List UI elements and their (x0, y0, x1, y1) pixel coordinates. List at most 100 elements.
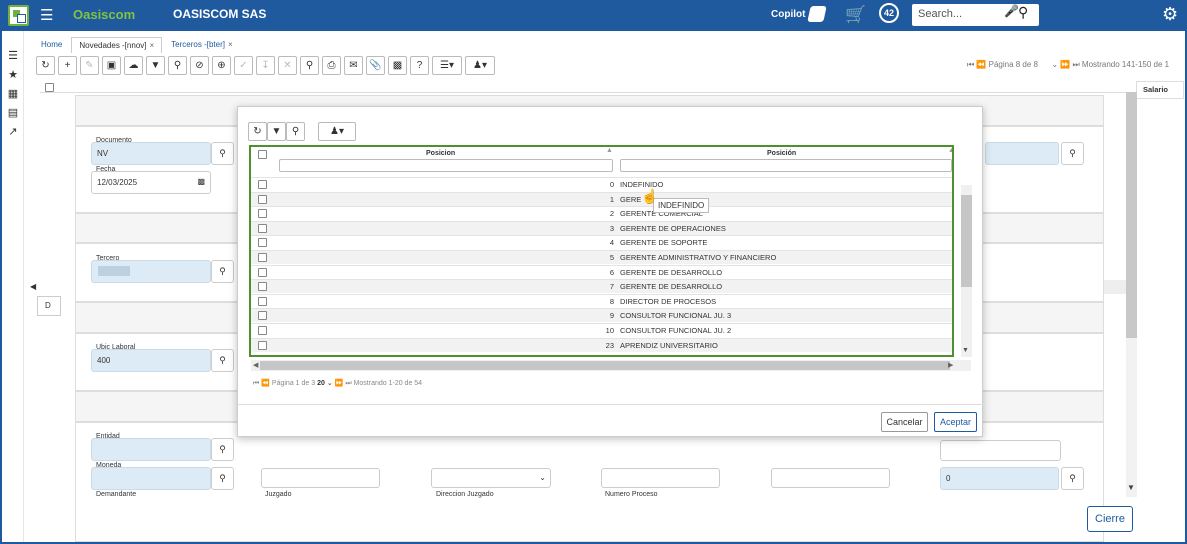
row-checkbox[interactable] (258, 223, 267, 233)
documento-field[interactable]: NV (91, 142, 211, 165)
row-checkbox[interactable] (258, 238, 267, 248)
right-field-3[interactable]: 0 (940, 467, 1059, 490)
attach-icon[interactable]: 📎 (366, 56, 385, 75)
row-checkbox[interactable] (258, 209, 267, 219)
table-row[interactable]: 9 CONSULTOR FUNCIONAL JU. 3 (251, 308, 952, 323)
select-field[interactable]: ⌄ (431, 468, 551, 488)
ubic-lookup-icon[interactable]: ⚲ (211, 349, 234, 372)
close-icon[interactable]: ✕ (278, 56, 297, 75)
sort-icon[interactable]: ▲ (606, 147, 613, 154)
next-page-icon[interactable]: ⏩ ⏭ (335, 380, 352, 387)
filter-icon[interactable]: ▼ (146, 56, 165, 75)
calendar-icon[interactable]: ▦ (6, 87, 20, 101)
cancel-button[interactable]: Cancelar (881, 412, 928, 432)
grid-vscroll-thumb[interactable] (961, 195, 972, 287)
row-checkbox[interactable] (258, 282, 267, 292)
table-row[interactable]: 7 GERENTE DE DESARROLLO (251, 279, 952, 294)
users-icon[interactable]: ♟▾ (465, 56, 495, 75)
chevron-down-icon[interactable]: ⌄ (539, 473, 546, 482)
row-checkbox[interactable] (258, 340, 267, 350)
table-row[interactable]: 3 GERENTE DE OPERACIONES (251, 220, 952, 235)
tab-novedades[interactable]: Novedades -[nnov] × (71, 37, 163, 53)
gear-icon[interactable]: ⚙ (1162, 4, 1178, 25)
save-icon[interactable]: ▣ (102, 56, 121, 75)
chevron-down-icon[interactable]: ⌄ (327, 380, 333, 387)
scroll-right-icon[interactable]: ▶ (948, 361, 953, 369)
scan-icon[interactable]: ▩ (388, 56, 407, 75)
documento-lookup-icon[interactable]: ⚲ (211, 142, 234, 165)
close-icon[interactable]: × (150, 41, 155, 50)
tercero-field[interactable] (91, 260, 211, 283)
layers-icon[interactable]: ☰▾ (432, 56, 462, 75)
next-page-icon[interactable]: ⏩ ⏭ (1060, 60, 1079, 69)
page-size-select[interactable]: 20 (317, 380, 325, 387)
select-all-checkbox[interactable] (45, 83, 54, 92)
zoom-icon[interactable]: ⚲ (300, 56, 319, 75)
moneda-lookup-icon[interactable]: ⚲ (211, 467, 234, 490)
help-icon[interactable]: ? (410, 56, 429, 75)
field-row-1[interactable] (261, 468, 380, 488)
column-salario[interactable]: Salario (1136, 81, 1184, 99)
right-field-2[interactable] (940, 440, 1061, 461)
comment-icon[interactable]: ✉ (344, 56, 363, 75)
table-row[interactable]: 1 GERE (251, 191, 952, 206)
page-scrollbar-thumb[interactable] (1126, 92, 1137, 338)
first-page-icon[interactable]: ⏮ ⏪ (967, 60, 986, 69)
refresh-icon[interactable]: ↻ (248, 122, 267, 141)
filter-posicion-name[interactable] (620, 159, 952, 172)
right-field-1[interactable] (985, 142, 1059, 165)
field-row-2[interactable] (601, 468, 720, 488)
menu-icon[interactable]: ☰ (40, 6, 53, 24)
cierre-button[interactable]: Cierre (1087, 506, 1133, 532)
ubic-field[interactable]: 400 (91, 349, 211, 372)
cart-icon[interactable]: 🛒 (845, 5, 866, 25)
scroll-down-icon[interactable]: ▼ (1127, 483, 1135, 492)
calendar-icon[interactable]: ▩ (197, 177, 205, 186)
select-all-checkbox[interactable] (258, 150, 267, 159)
right-lookup-icon[interactable]: ⚲ (1061, 142, 1084, 165)
row-checkbox[interactable] (258, 267, 267, 277)
scroll-down-icon[interactable]: ▼ (962, 347, 969, 354)
mic-icon[interactable]: 🎤 (1004, 4, 1019, 18)
chevron-left-icon[interactable]: ◀ (30, 282, 36, 291)
row-checkbox[interactable] (258, 311, 267, 321)
table-row[interactable]: 2 GERENTE COMERCIAL (251, 206, 952, 220)
row-checkbox[interactable] (258, 326, 267, 335)
filter-icon[interactable]: ▼ (267, 122, 286, 141)
tab-terceros[interactable]: Terceros -[bter] × (164, 37, 239, 53)
plus-circle-icon[interactable]: ⊕ (212, 56, 231, 75)
row-checkbox[interactable] (258, 296, 267, 306)
list-icon[interactable]: ☰ (6, 49, 20, 63)
table-row[interactable]: 8 DIRECTOR DE PROCESOS (251, 293, 952, 308)
entidad-field[interactable] (91, 438, 211, 461)
scroll-left-icon[interactable]: ◀ (253, 361, 258, 369)
table-row[interactable]: 6 GERENTE DE DESARROLLO (251, 264, 952, 279)
tercero-lookup-icon[interactable]: ⚲ (211, 260, 234, 283)
refresh-icon[interactable]: ↻ (36, 56, 55, 75)
star-icon[interactable]: ★ (6, 68, 20, 82)
users-icon[interactable]: ♟▾ (318, 122, 356, 141)
accept-button[interactable]: Aceptar (934, 412, 977, 432)
table-row[interactable]: 23 APRENDIZ UNIVERSITARIO (251, 337, 952, 352)
search-icon[interactable]: ⚲ (168, 56, 187, 75)
close-icon[interactable]: × (228, 40, 233, 49)
row-checkbox[interactable] (258, 180, 267, 189)
print-icon[interactable]: ⎙ (322, 56, 341, 75)
copilot-label[interactable]: Copilot (771, 9, 805, 20)
check-icon[interactable]: ✓ (234, 56, 253, 75)
filter-posicion-code[interactable] (279, 159, 613, 172)
row-checkbox[interactable] (258, 253, 267, 262)
entidad-lookup-icon[interactable]: ⚲ (211, 438, 234, 461)
flag-icon[interactable]: ↧ (256, 56, 275, 75)
chart-icon[interactable]: ↗ (6, 125, 20, 139)
search-icon[interactable]: ⚲ (1018, 4, 1039, 26)
upload-icon[interactable]: ☁ (124, 56, 143, 75)
first-page-icon[interactable]: ⏮ ⏪ (253, 380, 270, 387)
column-posicion-name[interactable]: Posición (767, 150, 796, 157)
fecha-field[interactable]: 12/03/2025 ▩ (91, 171, 211, 194)
table-row[interactable]: 5 GERENTE ADMINISTRATIVO Y FINANCIERO (251, 250, 952, 264)
add-icon[interactable]: + (58, 56, 77, 75)
edit-icon[interactable]: ✎ (80, 56, 99, 75)
side-tab[interactable]: D (37, 296, 61, 316)
cancel-icon[interactable]: ⊘ (190, 56, 209, 75)
